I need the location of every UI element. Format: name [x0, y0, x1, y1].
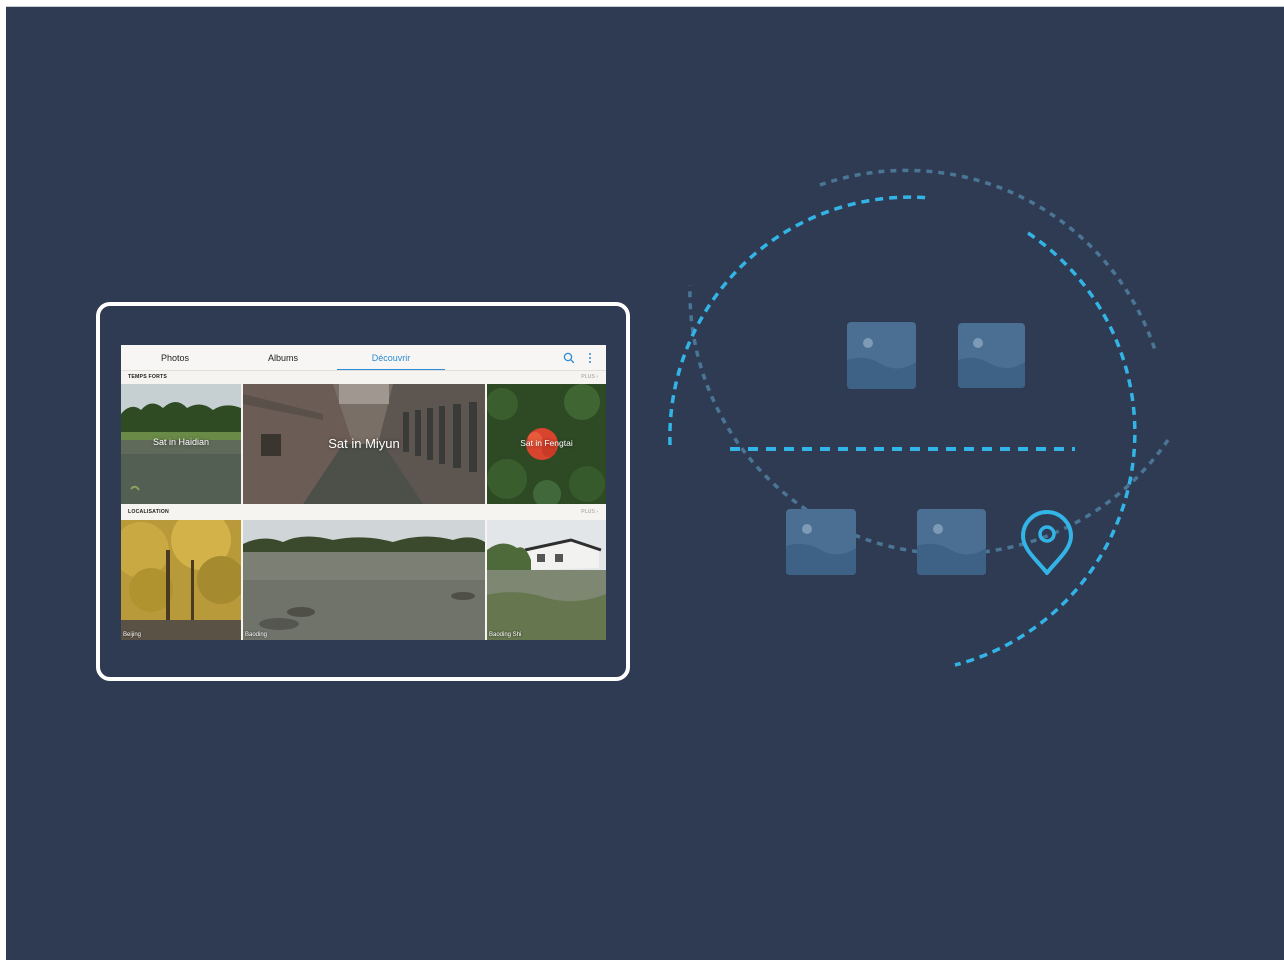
location-title: LOCALISATION: [128, 509, 169, 515]
location-label: Beijing: [123, 632, 142, 638]
highlight-caption: Sat in Fengtai: [520, 438, 573, 448]
highlight-caption: Sat in Haidian: [152, 437, 210, 447]
location-more-link[interactable]: PLUS ›: [581, 509, 598, 515]
chevron-right-icon: ›: [596, 509, 598, 515]
highlights-title: TEMPS FORTS: [128, 374, 168, 380]
highlight-caption: Sat in Miyun: [328, 436, 400, 451]
photo-house-water: [487, 520, 606, 640]
more-vertical-icon[interactable]: [583, 351, 597, 365]
chevron-right-icon: ›: [596, 374, 598, 380]
tab-bar: Photos Albums Découvrir: [121, 345, 606, 371]
search-icon[interactable]: [562, 351, 576, 365]
highlight-tile-miyun[interactable]: Sat in Miyun: [243, 384, 485, 504]
location-tile-beijing[interactable]: Beijing: [121, 520, 241, 640]
gallery-screen: Photos Albums Découvrir TEMPS FORTS PLUS…: [121, 345, 606, 640]
location-tile-baoding-shi[interactable]: Baoding Shi: [487, 520, 606, 640]
photo-autumn-trees: [121, 520, 241, 640]
highlight-tile-fengtai[interactable]: Sat in Fengtai: [487, 384, 606, 504]
tab-photos[interactable]: Photos: [121, 345, 229, 371]
location-tile-baoding[interactable]: Baoding: [243, 520, 485, 640]
location-label: Baoding Shi: [489, 632, 522, 638]
tab-discover[interactable]: Découvrir: [337, 345, 445, 371]
highlights-more-label: PLUS: [581, 374, 595, 380]
photo-pond: [243, 520, 485, 640]
location-more-label: PLUS: [581, 509, 595, 515]
highlights-more-link[interactable]: PLUS ›: [581, 374, 598, 380]
location-label: Baoding: [245, 632, 268, 638]
tab-divider: [121, 370, 606, 371]
tab-albums[interactable]: Albums: [229, 345, 337, 371]
highlight-tile-haidian[interactable]: Sat in Haidian: [121, 384, 241, 504]
